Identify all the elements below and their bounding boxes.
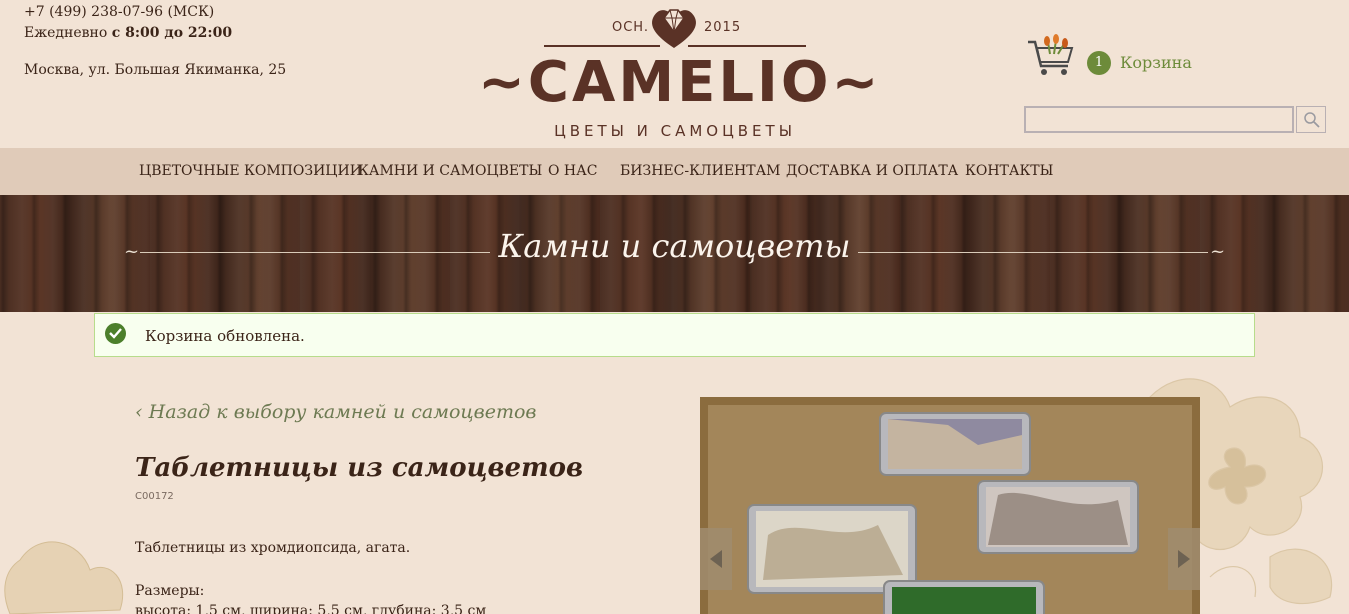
chevron-left-icon	[710, 550, 722, 568]
cart-with-flowers-icon	[1028, 34, 1074, 75]
main-nav: ЦВЕТОЧНЫЕ КОМПОЗИЦИИ КАМНИ И САМОЦВЕТЫ О…	[0, 148, 1349, 195]
search-button[interactable]	[1296, 106, 1326, 133]
product-photo[interactable]	[708, 405, 1192, 614]
cart-updated-notice: Корзина обновлена.	[94, 313, 1255, 357]
notice-text: Корзина обновлена.	[145, 327, 305, 345]
site-logo[interactable]: OCH. 2015 ~CAMELIO~ ЦВЕТЫ И САМОЦВЕТЫ	[478, 2, 882, 144]
chevron-right-icon	[1178, 550, 1190, 568]
nav-item-delivery[interactable]: ДОСТАВКА И ОПЛАТА	[786, 163, 958, 179]
product-gallery	[700, 397, 1200, 614]
nav-item-stones-gems[interactable]: КАМНИ И САМОЦВЕТЫ	[358, 163, 542, 179]
decorative-flowers-left	[4, 541, 124, 614]
sizes-values: высота: 1,5 см, ширина: 5,5 см, глубина:…	[135, 603, 487, 614]
contact-info: +7 (499) 238-07-96 (МСК) Ежедневно с 8:0…	[24, 2, 286, 81]
est-year: 2015	[704, 20, 742, 35]
logo-wordmark: ~CAMELIO~	[478, 50, 882, 115]
logo-tagline: ЦВЕТЫ И САМОЦВЕТЫ	[554, 122, 796, 140]
cart-widget[interactable]: 1 Корзина	[1026, 34, 1196, 80]
diamond-heart-icon	[652, 9, 696, 49]
hours-time: с 8:00 до 22:00	[111, 25, 233, 41]
search-input[interactable]	[1024, 106, 1294, 133]
nav-item-flower-compositions[interactable]: ЦВЕТОЧНЫЕ КОМПОЗИЦИИ	[139, 163, 362, 179]
search-icon	[1304, 112, 1320, 128]
nav-item-about[interactable]: О НАС	[548, 163, 597, 179]
hours-prefix: Ежедневно	[24, 25, 112, 41]
nav-item-contacts[interactable]: КОНТАКТЫ	[965, 163, 1053, 179]
product-description: Таблетницы из хромдиопсида, агата.	[135, 540, 411, 556]
cart-count-badge: 1	[1087, 51, 1111, 75]
banner-rule-right	[858, 252, 1208, 253]
logo-rule-right	[688, 45, 806, 47]
category-banner: ~ Камни и самоцветы ~	[0, 195, 1349, 312]
back-to-catalog-link[interactable]: ‹ Назад к выбору камней и самоцветов	[135, 401, 536, 423]
address: Москва, ул. Большая Якиманка, 25	[24, 62, 287, 78]
logo-rule-left	[544, 45, 660, 47]
site-header: +7 (499) 238-07-96 (МСК) Ежедневно с 8:0…	[0, 0, 1349, 148]
gallery-prev-button[interactable]	[700, 528, 732, 590]
cart-link[interactable]: Корзина	[1120, 53, 1192, 72]
gallery-next-button[interactable]	[1168, 528, 1200, 590]
flourish-right-icon: ~	[1210, 241, 1226, 262]
sizes-label: Размеры:	[135, 583, 205, 599]
category-title: Камни и самоцветы	[498, 227, 851, 265]
product-title: Таблетницы из самоцветов	[135, 453, 584, 483]
nav-item-business[interactable]: БИЗНЕС-КЛИЕНТАМ	[620, 163, 781, 179]
product-sku: C00172	[135, 491, 174, 502]
phone-number[interactable]: +7 (499) 238-07-96 (МСК)	[24, 2, 286, 23]
success-check-icon	[105, 323, 126, 344]
working-hours: Ежедневно с 8:00 до 22:00	[24, 23, 286, 44]
est-label: OCH.	[612, 20, 649, 35]
pillbox-photo-image	[708, 405, 1192, 614]
